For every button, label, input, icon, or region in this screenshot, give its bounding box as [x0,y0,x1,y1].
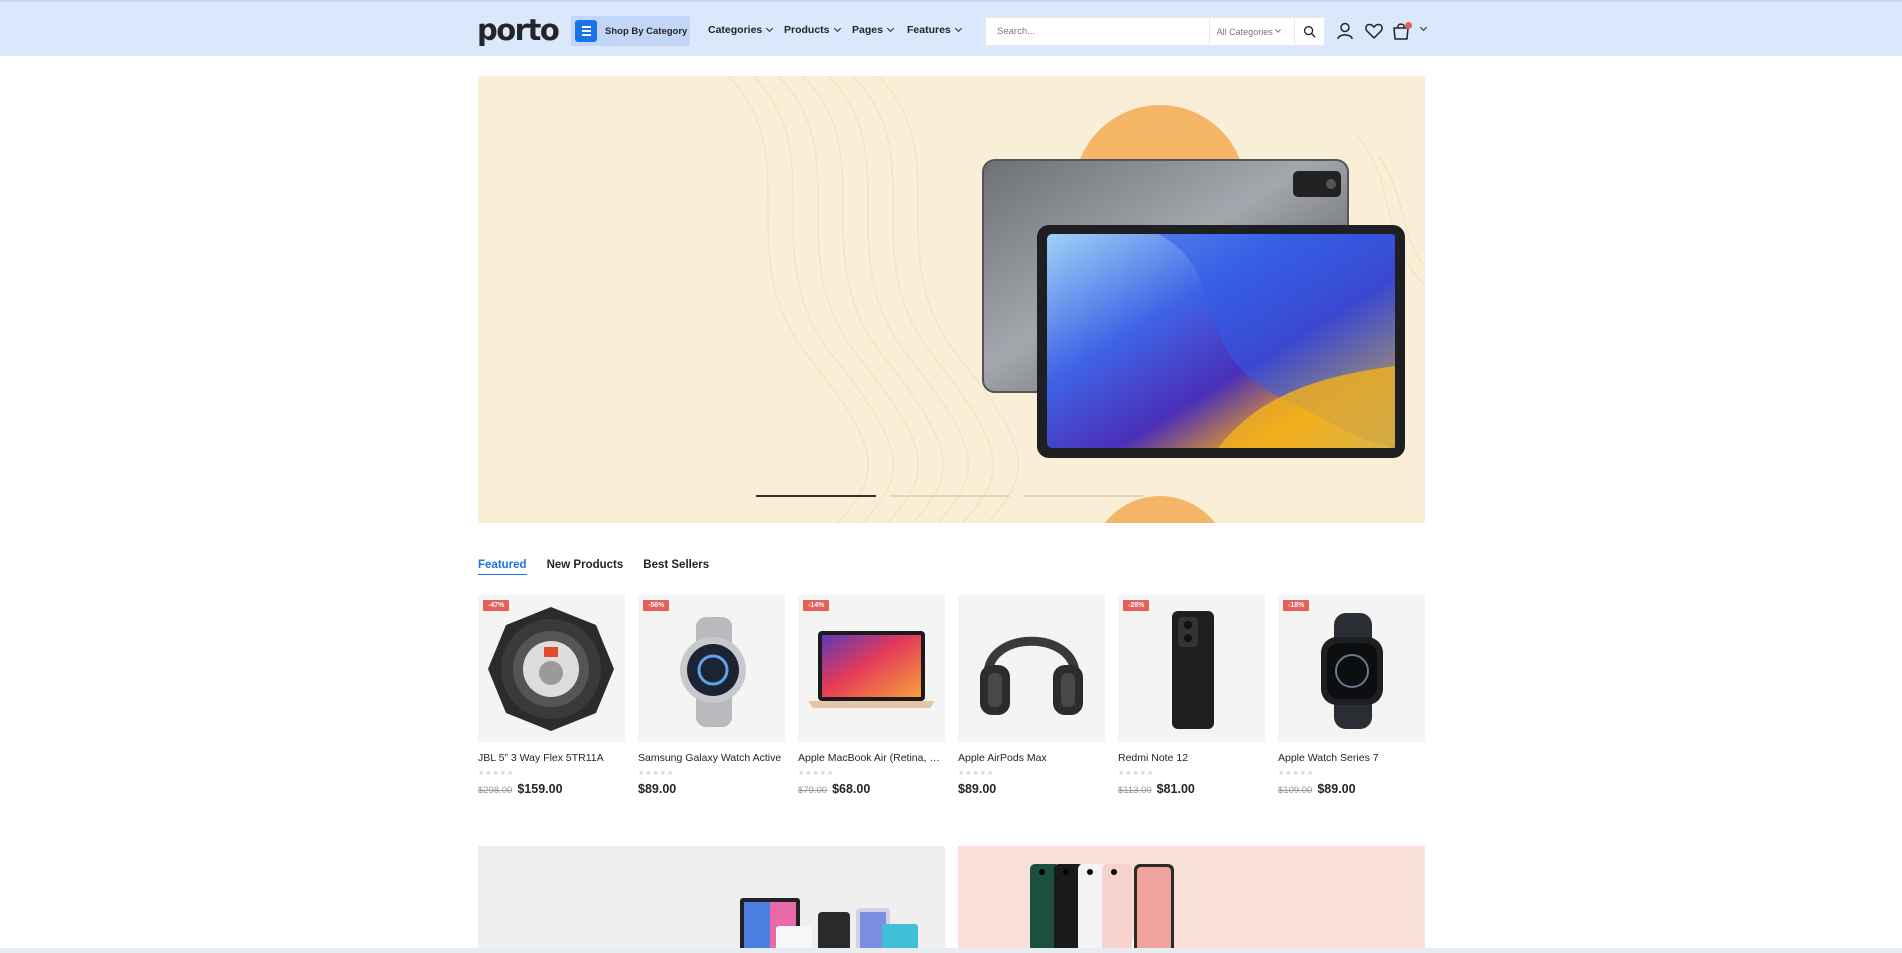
product-image[interactable]: -18% [1278,595,1425,742]
old-price: $79.00 [798,785,828,796]
search-input[interactable] [986,18,1209,45]
price: $81.00 [1156,782,1195,796]
old-price: $109.00 [1278,785,1313,796]
chevron-down-icon [833,24,841,33]
nav-pages[interactable]: Pages [852,24,907,36]
horizontal-scrollbar[interactable] [0,948,1902,953]
chevron-down-icon [1274,27,1281,33]
product-prices: $89.00 [638,782,785,796]
slider-dot-3[interactable] [1024,495,1144,497]
slider-dot-2[interactable] [890,495,1010,497]
price: $89.00 [1317,782,1356,796]
devices-banner[interactable] [478,846,945,953]
nav-categories[interactable]: Categories [708,24,784,36]
rating-stars: ★★★★★ [958,770,995,777]
shop-by-category-button[interactable]: Shop By Category [571,16,690,46]
nav-features-label: Features [907,24,951,36]
product-name[interactable]: Apple MacBook Air (Retina, 13-inch) [798,752,945,764]
search-category-value: All Categories [1216,26,1273,37]
hero-slider[interactable] [478,76,1425,523]
product-card[interactable]: -14% Apple MacBook Air (Retina, 13-inch)… [798,595,945,796]
product-card[interactable]: -47% JBL 5” 3 Way Flex 5TR11A ★★★★★ $298… [478,595,625,796]
shop-by-category-label: Shop By Category [605,25,688,37]
product-image[interactable]: -14% [798,595,945,742]
product-image[interactable]: -56% [638,595,785,742]
discount-badge: -56% [643,600,670,611]
rating-stars: ★★★★★ [798,770,835,777]
nav-features[interactable]: Features [907,24,967,36]
product-name[interactable]: Apple AirPods Max [958,752,1105,764]
product-grid: -47% JBL 5” 3 Way Flex 5TR11A ★★★★★ $298… [478,595,1425,796]
product-image[interactable] [958,595,1105,742]
discount-badge: -47% [483,600,510,611]
product-prices: $89.00 [958,782,1105,796]
chevron-down-icon[interactable] [1419,23,1428,32]
site-header: porto Shop By Category Categories Produc… [0,0,1902,56]
price: $68.00 [832,782,871,796]
speaker-image [488,607,614,731]
product-prices: $298.00 $159.00 [478,782,625,796]
search-category-select[interactable]: All Categories [1208,18,1295,45]
rating-stars: ★★★★★ [638,770,675,777]
user-icon[interactable] [1335,21,1355,41]
product-card[interactable]: Apple AirPods Max ★★★★★ $89.00 [958,595,1105,796]
chevron-down-icon [886,24,894,33]
hero-illustration [727,76,1425,523]
discount-badge: -14% [803,600,830,611]
tab-new-products[interactable]: New Products [547,559,624,575]
tab-best-sellers[interactable]: Best Sellers [643,559,709,575]
old-price: $298.00 [478,785,513,796]
main-nav: Categories Products Pages Features [708,24,967,36]
price: $89.00 [958,782,997,796]
product-name[interactable]: Apple Watch Series 7 [1278,752,1425,764]
chevron-down-icon [954,24,962,33]
headphones-image [980,636,1083,715]
search-bar: All Categories [985,17,1325,46]
devices-image [740,898,918,953]
product-image[interactable]: -28% [1118,595,1265,742]
tab-featured[interactable]: Featured [478,559,527,575]
nav-products[interactable]: Products [784,24,852,36]
watch-silver-image [680,617,746,727]
product-card[interactable]: -28% Redmi Note 12 ★★★★★ $113.00 $81.00 [1118,595,1265,796]
price: $159.00 [517,782,563,796]
slider-pagination [756,495,1144,497]
nav-products-label: Products [784,24,830,36]
product-name[interactable]: JBL 5” 3 Way Flex 5TR11A [478,752,625,764]
product-name[interactable]: Redmi Note 12 [1118,752,1265,764]
menu-icon [575,20,597,42]
product-image[interactable]: -47% [478,595,625,742]
product-tabs: Featured New Products Best Sellers [478,559,709,575]
nav-categories-label: Categories [708,24,763,36]
product-prices: $79.00 $68.00 [798,782,945,796]
product-prices: $109.00 $89.00 [1278,782,1425,796]
laptop-image [808,631,935,708]
price: $89.00 [638,782,677,796]
product-card[interactable]: -56% Samsung Galaxy Watch Active ★★★★★ $… [638,595,785,796]
rating-stars: ★★★★★ [478,770,515,777]
discount-badge: -18% [1283,600,1310,611]
slider-dot-1[interactable] [756,495,876,497]
phones-image [1030,864,1174,953]
search-button[interactable] [1294,18,1324,45]
search-icon [1304,25,1316,38]
product-name[interactable]: Samsung Galaxy Watch Active [638,752,785,764]
watch-black-image [1321,613,1383,729]
chevron-down-icon [766,24,774,33]
phones-banner[interactable] [958,846,1425,953]
discount-badge: -28% [1123,600,1150,611]
nav-pages-label: Pages [852,24,883,36]
rating-stars: ★★★★★ [1278,770,1315,777]
product-card[interactable]: -18% Apple Watch Series 7 ★★★★★ $109.00 … [1278,595,1425,796]
rating-stars: ★★★★★ [1118,770,1155,777]
heart-icon[interactable] [1364,21,1384,41]
old-price: $113.00 [1118,785,1152,796]
phone-image [1172,611,1214,729]
cart-count-badge [1405,22,1412,29]
product-prices: $113.00 $81.00 [1118,782,1265,796]
logo[interactable]: porto [477,15,560,45]
